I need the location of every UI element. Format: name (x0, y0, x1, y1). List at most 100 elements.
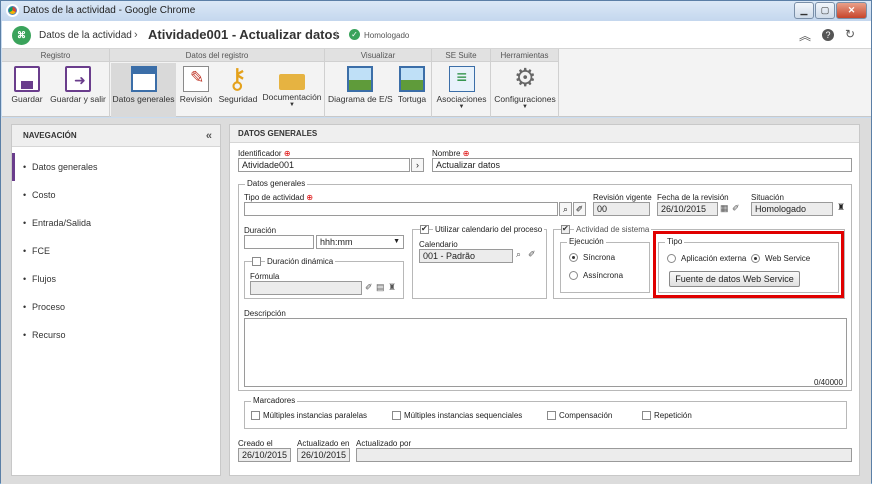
status-badge: Homologado (364, 31, 410, 40)
marker-repetition-label: Repetición (654, 411, 692, 420)
minimize-icon[interactable]: ▁ (794, 2, 814, 19)
diagram-button[interactable]: Diagrama de E/S (328, 63, 393, 117)
execution-fieldset: Ejecución (560, 237, 650, 293)
sync-radio[interactable] (569, 253, 578, 262)
title-bar: Datos de la actividad - Google Chrome ▁ … (1, 1, 871, 21)
breadcrumb[interactable]: Datos de la actividad (39, 30, 132, 41)
chevron-right-icon: › (134, 29, 138, 41)
duration-label: Duración (244, 226, 277, 235)
save-button[interactable]: Guardar (7, 63, 47, 117)
group-label: SE Suite (432, 49, 490, 62)
updated-by-label: Actualizado por (356, 439, 412, 448)
diagram-label: Diagrama de E/S (328, 94, 393, 104)
dynamic-duration-checkbox[interactable] (252, 257, 261, 266)
general-data-button[interactable]: Datos generales (111, 63, 176, 117)
chevron-right-icon[interactable]: › (411, 158, 424, 172)
toolbar: Registro Datos del registro Visualizar S… (2, 49, 871, 117)
status-icon: ✓ (349, 29, 360, 40)
tortuga-button[interactable]: Tortuga (395, 63, 429, 117)
nav-item-general-data[interactable]: Datos generales (12, 153, 220, 181)
binoculars-icon[interactable]: ♜ (837, 202, 845, 213)
general-legend: Datos generales (245, 179, 308, 188)
nav-item-fce[interactable]: FCE (12, 237, 220, 265)
help-icon[interactable]: ? (822, 29, 834, 41)
save-label: Guardar (11, 94, 43, 104)
description-textarea[interactable] (244, 318, 847, 387)
revision-label: Revisión vigente (593, 193, 652, 202)
marker-sequential-label: Múltiples instancias sequenciales (404, 411, 523, 420)
revision-date-label: Fecha de la revisión (657, 193, 729, 202)
activity-type-input[interactable] (244, 202, 558, 216)
system-activity-label: Actividad de sistema (574, 225, 652, 234)
activity-type-label: Tipo de actividad ⊕ (244, 193, 313, 202)
group-label: Visualizar (325, 49, 431, 62)
content-area: NAVEGACIÓN « Datos generales Costo Entra… (1, 118, 871, 484)
duration-unit-select[interactable]: hhh:mm ▼ (316, 235, 404, 249)
nav-item-cost[interactable]: Costo (12, 181, 220, 209)
collapse-left-icon[interactable]: « (206, 125, 212, 147)
refresh-icon[interactable]: ↻ (845, 27, 855, 41)
gear-icon (512, 63, 538, 93)
revision-button[interactable]: Revisión (178, 63, 214, 117)
highlight-box (653, 231, 844, 298)
key-icon (225, 62, 251, 95)
dropdown-arrow-icon: ▼ (393, 238, 400, 245)
dropdown-arrow-icon: ▼ (458, 104, 465, 110)
edit-icon (183, 66, 209, 92)
documentation-button[interactable]: Documentación ▼ (262, 63, 322, 117)
app-header: ⌘ Datos de la actividad › Atividade001 -… (2, 21, 871, 49)
clear-brush-icon: ✐ (365, 282, 373, 292)
configurations-button[interactable]: Configuraciones ▼ (493, 63, 557, 117)
navigation-header: NAVEGACIÓN « (12, 125, 220, 147)
use-calendar-checkbox[interactable] (420, 224, 429, 234)
system-activity-checkbox (561, 224, 570, 234)
nav-item-flows[interactable]: Flujos (12, 265, 220, 293)
marker-sequential-checkbox[interactable] (392, 411, 401, 420)
search-icon: ⌕ (516, 249, 522, 259)
situation-input: Homologado (751, 202, 833, 216)
collapse-up-icon[interactable]: ︽ (799, 27, 811, 44)
group-label: Datos del registro (110, 49, 324, 62)
async-radio[interactable] (569, 271, 578, 280)
marker-parallel-label: Múltiples instancias paralelas (263, 411, 368, 420)
name-input[interactable]: Actualizar datos (432, 158, 852, 172)
activity-logo-icon: ⌘ (12, 26, 31, 45)
associations-button[interactable]: Asociaciones ▼ (434, 63, 489, 117)
formula-label: Fórmula (250, 272, 280, 281)
clear-brush-icon[interactable]: ✐ (573, 202, 586, 216)
nav-item-process[interactable]: Proceso (12, 293, 220, 321)
situation-label: Situación (751, 193, 784, 202)
navigation-title: NAVEGACIÓN (23, 131, 77, 140)
nav-item-input-output[interactable]: Entrada/Salida (12, 209, 220, 237)
window-icon (130, 66, 157, 92)
marker-compensation-label: Compensación (559, 411, 613, 420)
updated-label: Actualizado en (297, 439, 350, 448)
divider: | (335, 30, 338, 41)
marker-compensation-checkbox[interactable] (547, 411, 556, 420)
associations-icon (448, 66, 475, 92)
page-title: Atividade001 - Actualizar datos (148, 27, 340, 42)
folder-icon (279, 74, 305, 90)
marker-parallel-checkbox[interactable] (251, 411, 260, 420)
security-button[interactable]: Seguridad (216, 62, 260, 117)
created-label: Creado el (238, 439, 273, 448)
configurations-label: Configuraciones (494, 94, 556, 104)
duration-input[interactable] (244, 235, 314, 249)
maximize-icon[interactable]: ▢ (815, 2, 835, 19)
calendar-icon: ▦ (720, 203, 729, 213)
save-exit-label: Guardar y salir (50, 94, 106, 104)
save-exit-icon (65, 66, 91, 92)
search-icon[interactable]: ⌕ (559, 202, 572, 216)
revision-date-input: 26/10/2015 (657, 202, 718, 216)
tortuga-icon (399, 66, 425, 92)
clear-brush-icon: ✐ (528, 249, 536, 259)
markers-legend: Marcadores (251, 396, 298, 405)
identifier-input[interactable]: Atividade001 (238, 158, 410, 172)
updated-by-input (356, 448, 852, 462)
nav-item-resource[interactable]: Recurso (12, 321, 220, 349)
close-icon[interactable]: ✕ (836, 2, 867, 19)
save-icon (14, 66, 40, 92)
marker-repetition-checkbox[interactable] (642, 411, 651, 420)
save-exit-button[interactable]: Guardar y salir (49, 63, 107, 117)
identifier-label-text: Identificador (238, 149, 282, 158)
